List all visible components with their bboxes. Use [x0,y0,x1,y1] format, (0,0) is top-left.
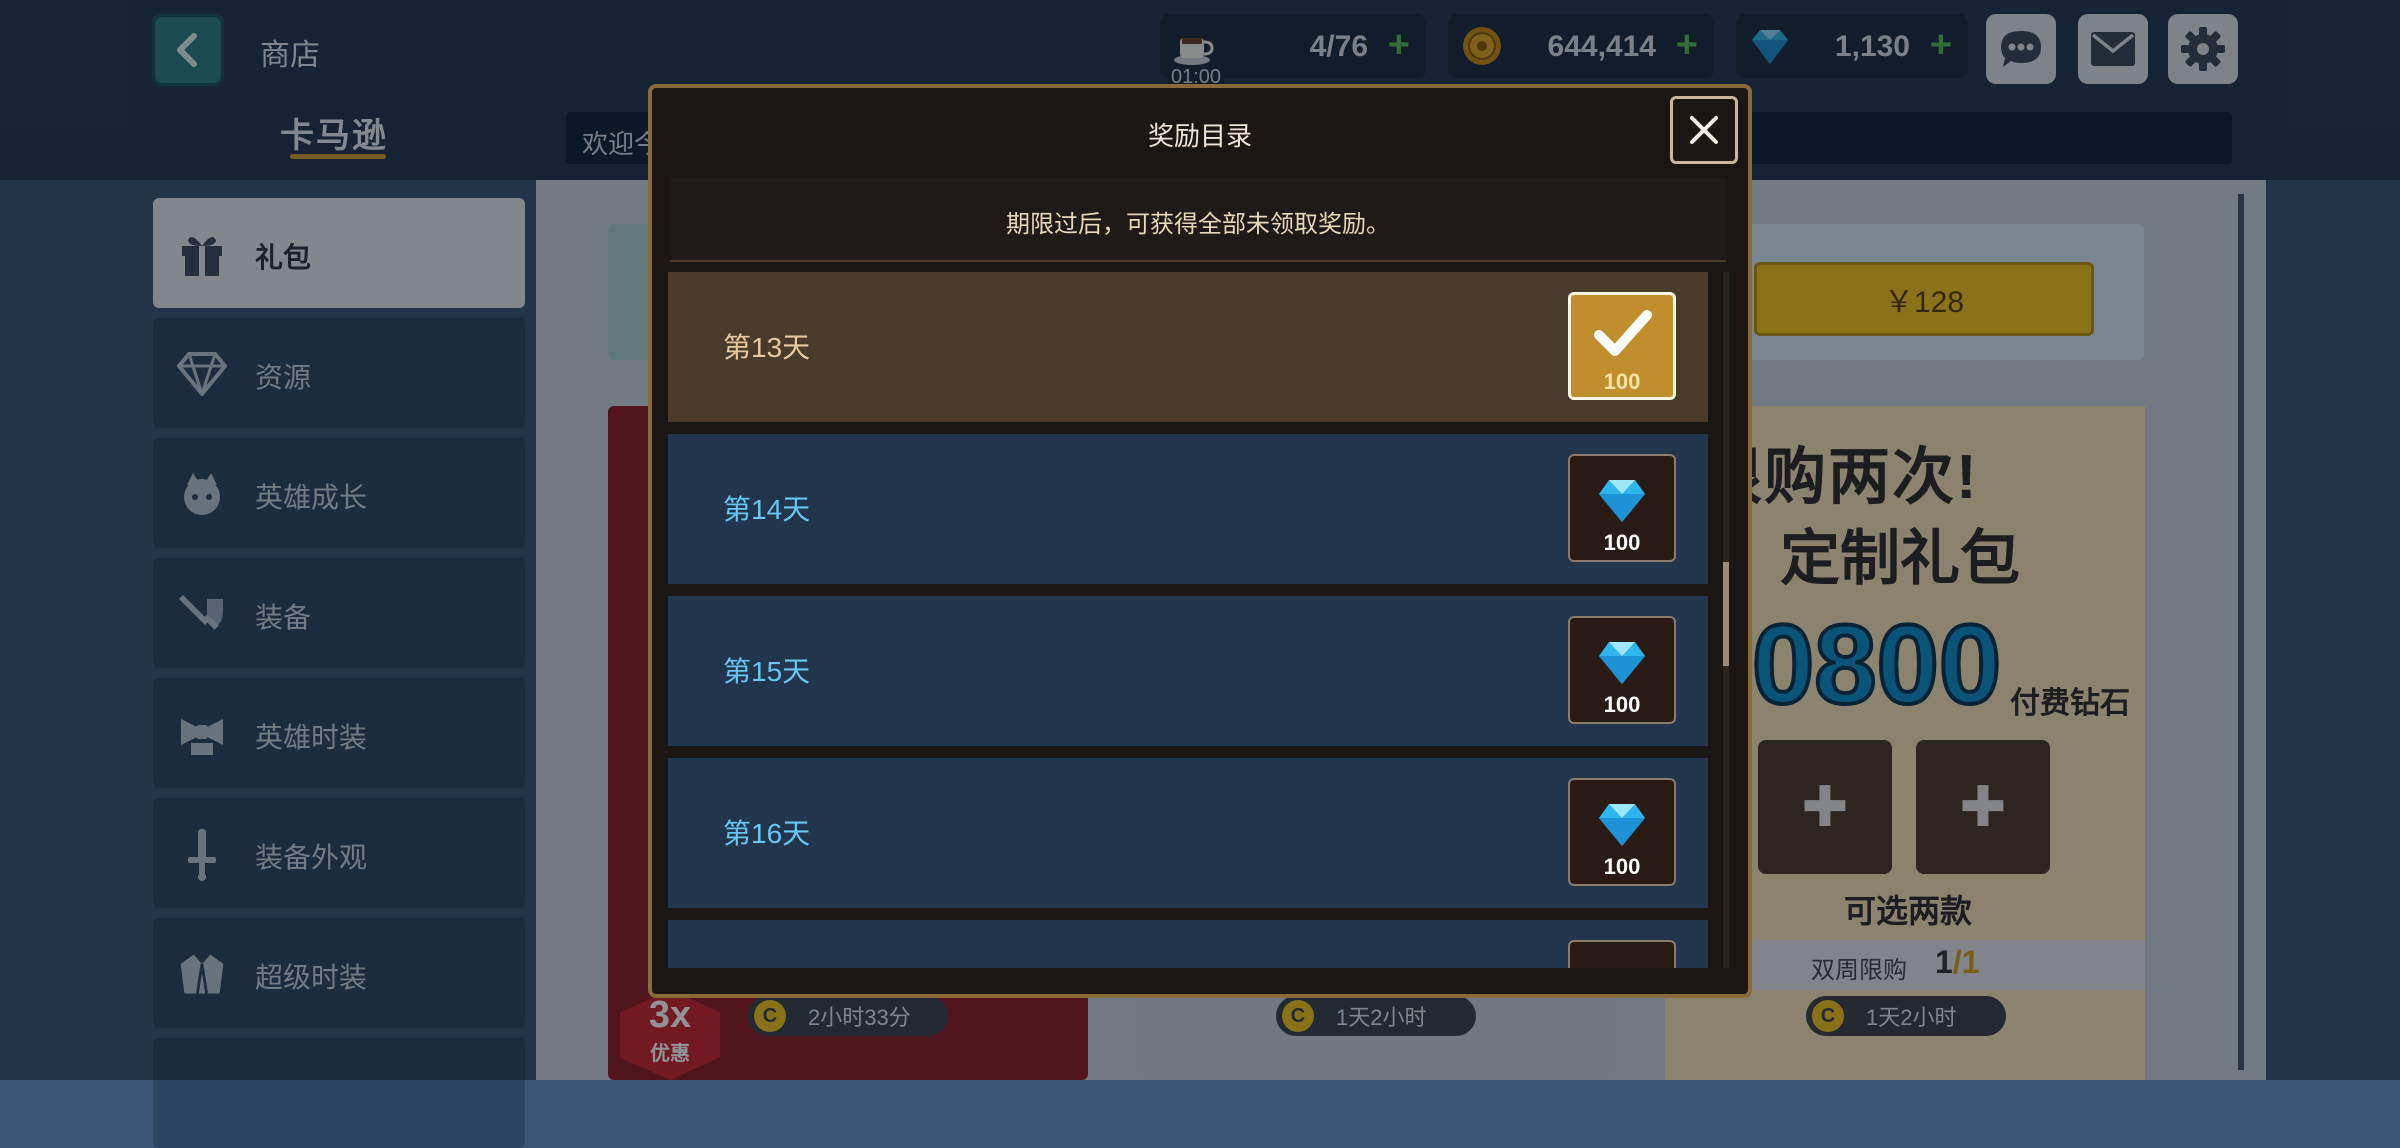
day-label: 第13天 [723,332,811,363]
reward-item[interactable]: 100 [1568,778,1676,886]
reward-item[interactable] [1568,940,1676,968]
reward-amount: 100 [1603,854,1641,879]
close-button[interactable] [1670,96,1738,164]
dialog-notice: 期限过后，可获得全部未领取奖励。 [670,178,1726,262]
reward-item[interactable]: 100 [1568,616,1676,724]
dialog-title: 奖励目录 [1147,121,1252,151]
reward-amount: 100 [1603,369,1641,394]
reward-amount: 100 [1603,530,1641,555]
diamond-icon [1599,804,1645,846]
scrollbar-thumb[interactable] [1723,562,1729,666]
close-icon [1690,116,1718,144]
day-label: 第15天 [723,656,811,687]
diamond-icon [1599,480,1645,522]
day-label: 第14天 [723,494,811,525]
reward-row[interactable]: 第13天 100 [668,272,1708,422]
day-label: 第16天 [723,818,811,849]
reward-row[interactable]: 第16天 100 [668,758,1708,908]
diamond-icon [1599,642,1645,684]
checkmark-icon [1594,310,1652,356]
reward-row[interactable] [668,920,1708,968]
reward-list: 第13天 100 第14天 100 第15天 100 第16天 100 [668,272,1708,968]
reward-row[interactable]: 第15天 100 [668,596,1708,746]
reward-item[interactable]: 100 [1568,454,1676,562]
reward-row[interactable]: 第14天 100 [668,434,1708,584]
reward-amount: 100 [1603,692,1641,717]
reward-item-claimed[interactable]: 100 [1568,292,1676,400]
